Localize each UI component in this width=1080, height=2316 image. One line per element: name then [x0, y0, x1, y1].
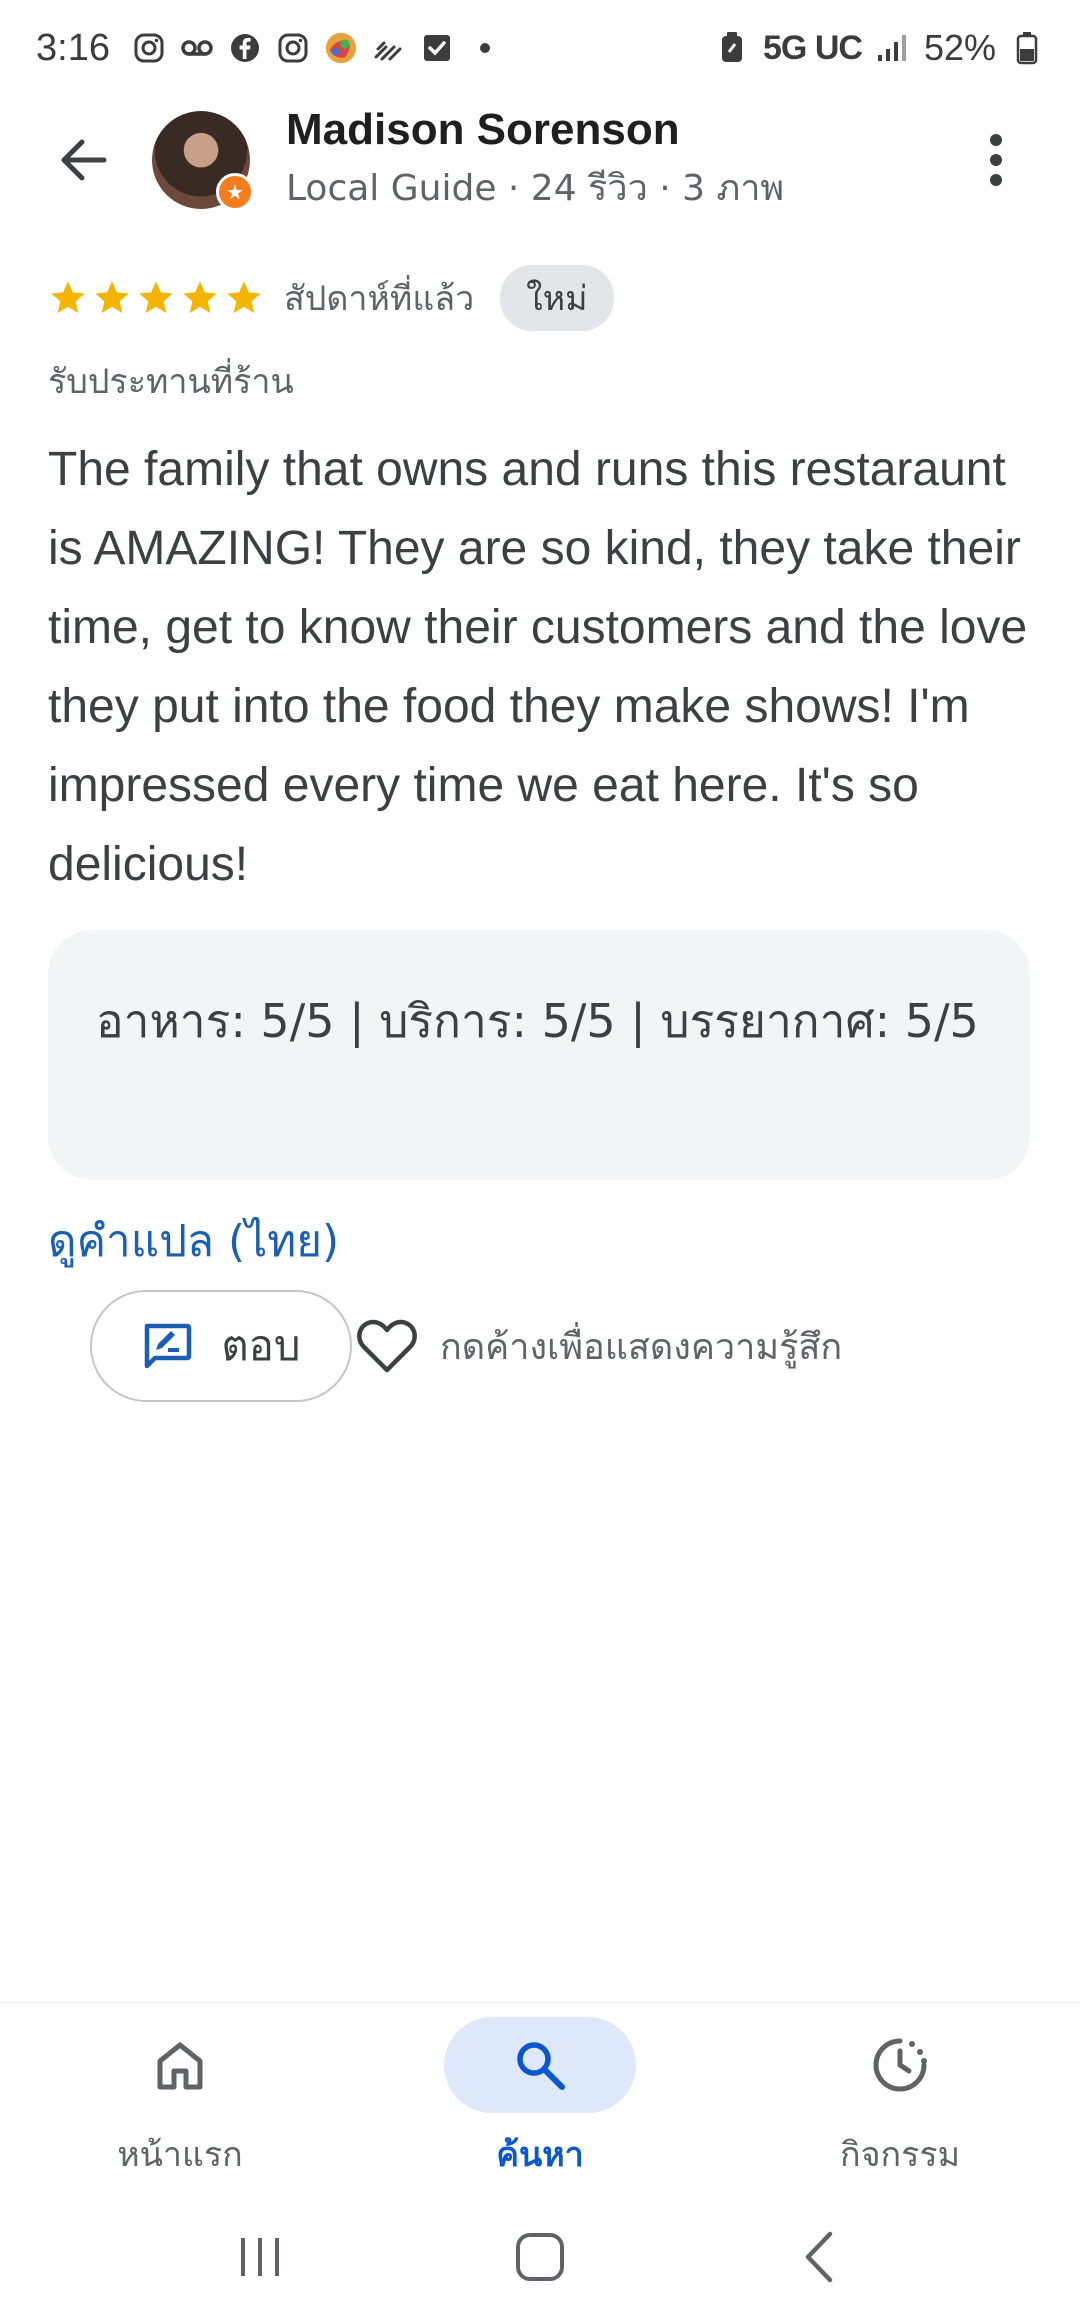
recent-apps-button[interactable] [215, 2212, 305, 2302]
home-icon [157, 2042, 203, 2090]
arrow-back-icon [61, 139, 107, 181]
more-options-button[interactable] [956, 120, 1036, 200]
local-guide-badge-icon: ★ [216, 173, 254, 211]
star-icon [227, 281, 261, 313]
nav-home[interactable]: หน้าแรก [0, 2003, 360, 2198]
back-system-button[interactable] [775, 2212, 865, 2302]
battery-percent: 52% [923, 27, 996, 68]
notification-icons [132, 31, 502, 65]
review-date: สัปดาห์ที่แล้ว [284, 279, 475, 319]
nav-search[interactable]: ค้นหา [360, 2003, 720, 2198]
nav-activity[interactable]: กิจกรรม [720, 2003, 1080, 2198]
system-navigation [0, 2198, 1080, 2316]
translate-link[interactable]: ดูคำแปล (ไทย) [48, 1206, 339, 1276]
nav-activity-label: กิจกรรม [839, 2135, 961, 2175]
reply-icon [145, 1323, 192, 1369]
status-bar: 3:16 5G UC 52% [0, 0, 1080, 96]
nav-search-label: ค้นหา [496, 2135, 584, 2175]
voicemail-icon [180, 31, 214, 65]
reply-label: ตอบ [221, 1321, 301, 1370]
visit-type: รับประทานที่ร้าน [48, 362, 294, 402]
header: ★ Madison Sorenson Local Guide · 24 รีวิ… [0, 100, 1080, 220]
new-badge: ใหม่ [500, 265, 614, 331]
app-icon [324, 31, 358, 65]
bottom-navigation: หน้าแรก ค้นหา กิจกรรม [0, 2002, 1080, 2198]
instagram-icon [132, 31, 166, 65]
more-vert-icon [990, 134, 1002, 186]
star-icon [51, 281, 85, 313]
back-button[interactable] [44, 120, 124, 200]
action-row: ตอบ กดค้างเพื่อแสดงความรู้สึก [90, 1290, 842, 1402]
reply-button[interactable]: ตอบ [90, 1290, 352, 1402]
avatar[interactable]: ★ [152, 111, 254, 211]
battery-icon [1010, 31, 1044, 65]
status-time: 3:16 [36, 26, 110, 69]
home-system-button[interactable] [495, 2212, 585, 2302]
reviewer-name: Madison Sorenson [286, 104, 680, 154]
search-icon [517, 2042, 565, 2090]
dot-icon [468, 31, 502, 65]
reviewer-info: Madison Sorenson Local Guide · 24 รีวิว … [286, 105, 784, 216]
star-rating [48, 278, 264, 318]
like-button[interactable] [352, 1311, 422, 1381]
recents-icon [241, 2238, 279, 2276]
ratings-breakdown: อาหาร: 5/5 | บริการ: 5/5 | บรรยากาศ: 5/5 [96, 994, 979, 1048]
chevron-left-icon [805, 2231, 833, 2283]
checkbox-icon [420, 31, 454, 65]
heart-icon [357, 1319, 417, 1373]
rating-row: สัปดาห์ที่แล้ว ใหม่ [48, 265, 614, 331]
ratings-box: อาหาร: 5/5 | บริการ: 5/5 | บรรยากาศ: 5/5 [48, 930, 1030, 1180]
home-square-icon [516, 2233, 564, 2281]
reviewer-meta: Local Guide · 24 รีวิว · 3 ภาพ [286, 167, 785, 209]
instagram-icon [276, 31, 310, 65]
star-icon [183, 281, 217, 313]
star-icon [139, 281, 173, 313]
nav-home-label: หน้าแรก [117, 2135, 243, 2175]
activity-icon [873, 2038, 927, 2092]
facebook-icon [228, 31, 262, 65]
nav-activity-icon-wrap [804, 2017, 996, 2113]
review-text: The family that owns and runs this resta… [48, 443, 1028, 891]
signal-icon [876, 31, 910, 65]
nav-search-icon-wrap [444, 2017, 636, 2113]
reaction-hint: กดค้างเพื่อแสดงความรู้สึก [440, 1326, 843, 1368]
battery-saver-icon [715, 31, 749, 65]
status-right: 5G UC 52% [715, 27, 1044, 69]
wifi-calling-icon [372, 31, 406, 65]
star-icon [95, 281, 129, 313]
network-type: 5G UC [763, 28, 863, 67]
nav-home-icon-wrap [84, 2017, 276, 2113]
